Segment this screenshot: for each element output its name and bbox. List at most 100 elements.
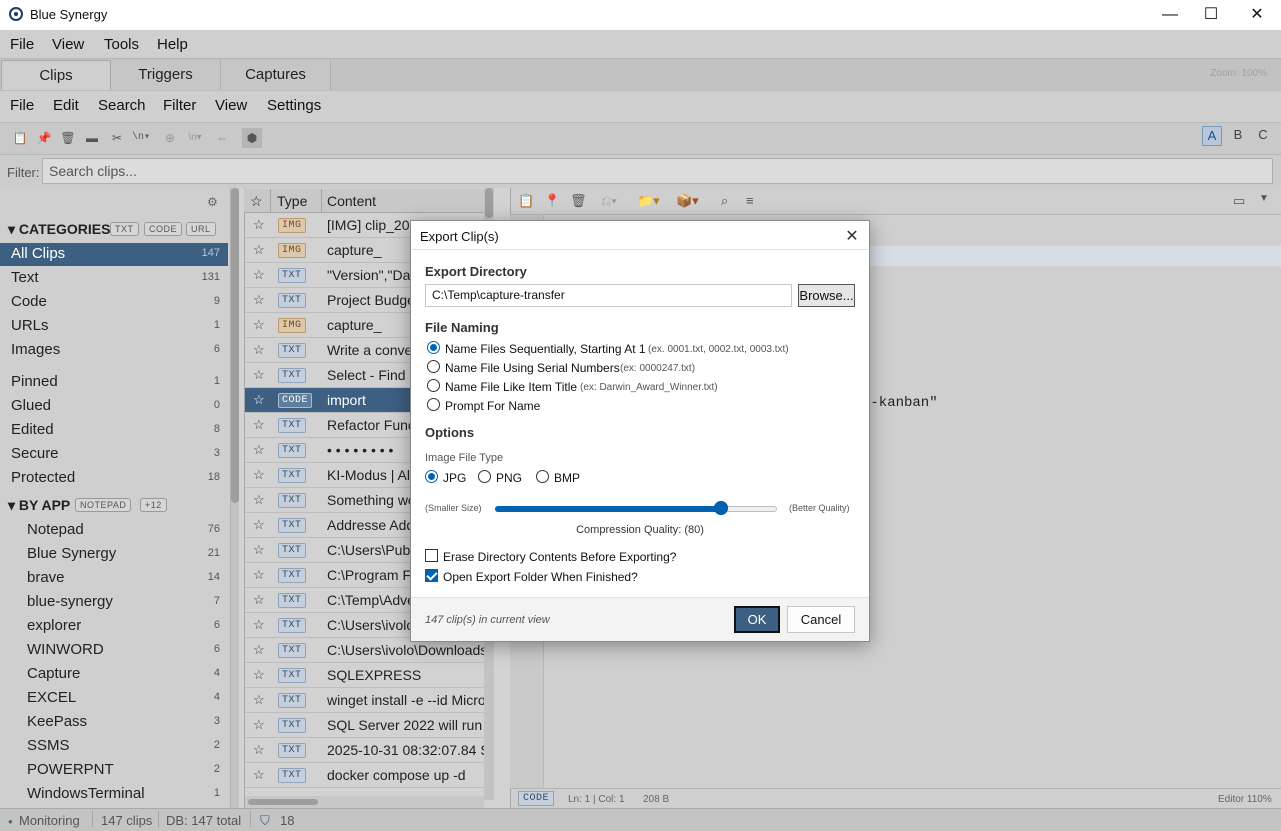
naming-prompt-radio[interactable] [427,398,440,411]
star-icon[interactable]: ☆ [253,417,265,433]
format-b-button[interactable]: B [1228,126,1248,146]
star-icon[interactable]: ☆ [253,517,265,533]
export-directory-input[interactable]: C:\Temp\capture-transfer [425,284,792,307]
star-icon[interactable]: ☆ [253,392,265,408]
sidebar-app-item[interactable]: SSMS 2 [0,735,228,758]
clip-menu-search[interactable]: Search [98,97,146,114]
star-icon[interactable]: ☆ [253,242,265,258]
newline-icon[interactable]: \n▾ [131,128,151,148]
naming-serial-radio[interactable] [427,360,440,373]
editor-filter-icon[interactable]: ≡ [746,193,754,208]
editor-search-icon[interactable]: ⌕ [721,193,728,209]
category-chip-code[interactable]: CODE [144,222,183,236]
sidebar-item-urls[interactable]: URLs 1 [0,315,228,338]
pin-icon[interactable]: 📌 [34,128,54,148]
star-column-header[interactable]: ☆ [250,193,263,210]
naming-prompt-label[interactable]: Prompt For Name [445,399,540,413]
sidebar-item-text[interactable]: Text 131 [0,267,228,290]
star-icon[interactable]: ☆ [253,642,265,658]
sidebar-item-pinned[interactable]: Pinned 1 [0,371,228,394]
editor-clipboard-icon[interactable]: 📋 [518,193,534,209]
star-icon[interactable]: ☆ [253,367,265,383]
sidebar-item-protected[interactable]: Protected 18 [0,467,228,490]
star-icon[interactable]: ☆ [253,742,265,758]
sidebar-item-secure[interactable]: Secure 3 [0,443,228,466]
editor-pin-icon[interactable]: 📍 [544,193,560,209]
star-icon[interactable]: ☆ [253,717,265,733]
editor-undo-icon[interactable]: ⎌▾ [601,193,617,209]
sidebar-item-all-clips[interactable]: All Clips 147 [0,243,228,266]
sidebar-app-item[interactable]: Capture 4 [0,663,228,686]
settings-icon[interactable]: ⚙ [207,195,218,209]
star-icon[interactable]: ☆ [253,317,265,333]
sidebar-app-item[interactable]: EXCEL 4 [0,687,228,710]
editor-package-icon[interactable]: 📦▾ [676,193,699,209]
category-chip-url[interactable]: URL [186,222,216,236]
naming-title-radio[interactable] [427,379,440,392]
puzzle-icon[interactable]: ⬢ [242,128,262,148]
tab-clips[interactable]: Clips [1,60,111,90]
tab-captures[interactable]: Captures [221,60,331,90]
clipboard-icon[interactable]: 📋 [10,128,30,148]
star-icon[interactable]: ☆ [253,617,265,633]
sidebar-app-item[interactable]: Notepad 76 [0,519,228,542]
close-window-button[interactable]: ✕ [1234,0,1280,30]
globe-icon[interactable]: ⊕ [160,128,180,148]
sidebar-item-edited[interactable]: Edited 8 [0,419,228,442]
sidebar-app-item[interactable]: Blue Synergy 21 [0,543,228,566]
monitoring-status[interactable]: Monitoring [19,813,80,828]
category-chip-txt[interactable]: TXT [110,222,139,236]
star-icon[interactable]: ☆ [253,467,265,483]
sidebar-app-item[interactable]: brave 14 [0,567,228,590]
sidebar-item-code[interactable]: Code 9 [0,291,228,314]
image-type-jpg-label[interactable]: JPG [443,471,466,485]
editor-menu-chevron-icon[interactable]: ▼ [1259,193,1269,204]
clip-menu-settings[interactable]: Settings [267,97,321,114]
star-icon[interactable]: ☆ [253,692,265,708]
app-chip-more[interactable]: +12 [140,498,167,512]
erase-directory-label[interactable]: Erase Directory Contents Before Exportin… [443,550,676,564]
menu-file[interactable]: File [10,36,34,53]
star-icon[interactable]: ☆ [253,217,265,233]
clip-list-hscroll-thumb[interactable] [248,799,318,805]
clip-menu-filter[interactable]: Filter [163,97,196,114]
editor-mode-badge[interactable]: CODE [518,791,555,806]
app-chip-notepad[interactable]: NOTEPAD [75,498,132,512]
clip-list-vscroll-thumb[interactable] [485,188,493,218]
sidebar-app-item[interactable]: WindowsTerminal 1 [0,783,228,806]
sidebar-item-glued[interactable]: Glued 0 [0,395,228,418]
star-icon[interactable]: ☆ [253,342,265,358]
image-type-png-label[interactable]: PNG [496,471,522,485]
categories-header[interactable]: ▾ CATEGORIES [8,221,110,238]
sidebar-app-item[interactable]: explorer 6 [0,615,228,638]
sidebar-scrollbar[interactable] [231,188,239,808]
image-type-png-radio[interactable] [478,470,491,483]
dialog-close-icon[interactable]: ✕ [844,226,860,246]
table-row[interactable]: ☆ TXT 2025-10-31 08:32:07.84 Ser [245,738,484,763]
table-row[interactable]: ☆ TXT winget install -e --id Micros [245,688,484,713]
editor-text[interactable]: o-kanban" [862,395,938,411]
naming-title-label[interactable]: Name File Like Item Title [445,380,577,394]
tab-triggers[interactable]: Triggers [111,60,221,90]
menu-help[interactable]: Help [157,36,188,53]
sidebar-scroll-thumb[interactable] [231,188,239,503]
star-icon[interactable]: ☆ [253,292,265,308]
wrap-icon[interactable]: \n▾ [185,128,205,148]
naming-sequential-radio[interactable] [427,341,440,354]
table-row[interactable]: ☆ TXT docker compose up -d [245,763,484,788]
sidebar-app-item[interactable]: KeePass 3 [0,711,228,734]
menu-view[interactable]: View [52,36,84,53]
naming-sequential-label[interactable]: Name Files Sequentially, Starting At 1 [445,342,646,356]
editor-folder-icon[interactable]: 📁▾ [637,193,660,209]
clip-menu-edit[interactable]: Edit [53,97,79,114]
ok-button[interactable]: OK [734,606,780,633]
table-row[interactable]: ☆ TXT SQLEXPRESS [245,663,484,688]
star-icon[interactable]: ☆ [253,667,265,683]
naming-serial-label[interactable]: Name File Using Serial Numbers [445,361,620,375]
content-column-header[interactable]: Content [327,193,376,209]
sidebar-item-images[interactable]: Images 6 [0,339,228,362]
star-icon[interactable]: ☆ [253,267,265,283]
trash-icon[interactable]: 🗑 [58,128,78,148]
sidebar-app-item[interactable]: blue-synergy 7 [0,591,228,614]
minus-icon[interactable]: ▬ [82,128,102,148]
